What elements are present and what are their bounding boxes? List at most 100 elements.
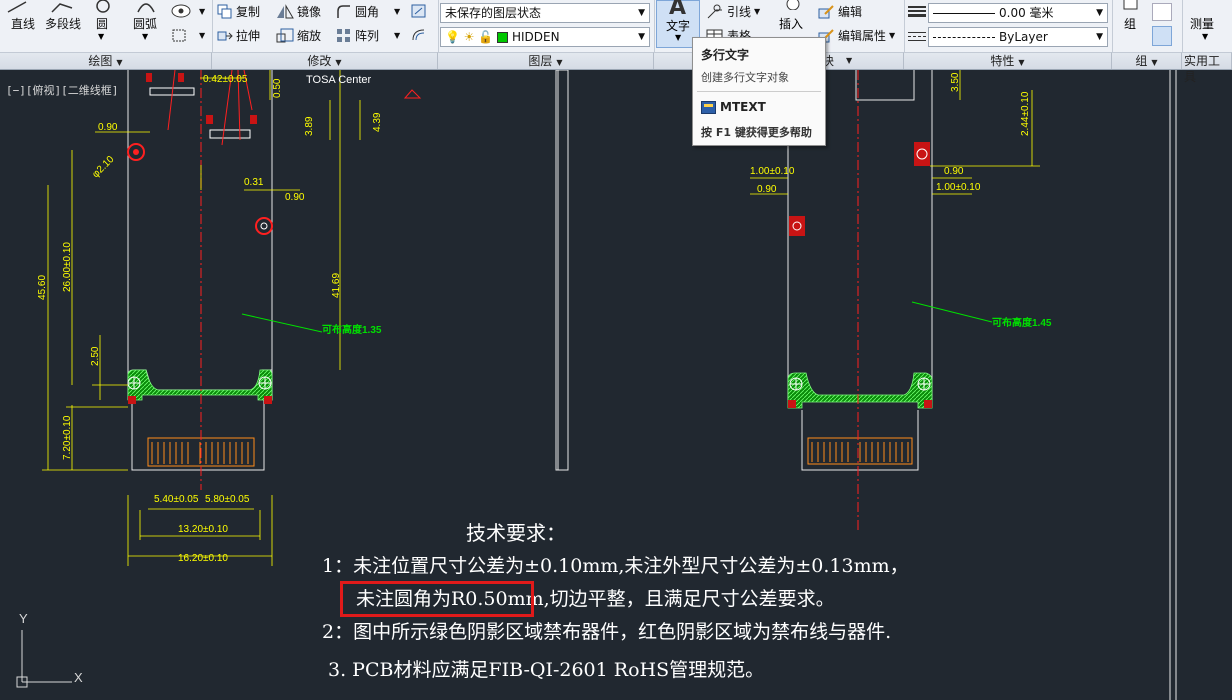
line-label: 直线: [11, 17, 36, 31]
dim-text: 0.90: [944, 166, 964, 177]
left-board: 0.42±0.05 0.50 3.89 4.39 0.90 φ2.10 0.31…: [37, 70, 422, 566]
dim-text: 0.90: [757, 184, 777, 195]
arc-label: 圆弧: [133, 17, 158, 31]
modify-group-bar[interactable]: 修改 ▼: [212, 52, 438, 69]
leader-button[interactable]: 引线 ▼: [706, 3, 760, 20]
notes-line-2: 2：图中所示绿色阴影区域禁布器件，红色阴影区域为禁布线与器件.: [322, 621, 892, 643]
leader-label: 引线: [727, 5, 752, 19]
tooltip-help: 按 F1 键获得更多帮助: [701, 126, 812, 139]
measure-label: 测量: [1190, 17, 1215, 31]
stretch-icon: [217, 31, 233, 40]
region-icon: [172, 29, 186, 42]
mirror-button[interactable]: 镜像: [276, 3, 321, 20]
separator: [212, 0, 213, 52]
layers-group-bar[interactable]: 图层 ▼: [438, 52, 654, 69]
offset-button[interactable]: [410, 27, 428, 43]
current-layer-dropdown[interactable]: 💡 ☀ 🔓 HIDDEN ▼: [440, 27, 650, 47]
dim-text: 0.90: [98, 122, 118, 133]
edit-attributes-button[interactable]: 编辑属性 ▼: [817, 27, 895, 44]
linetype-dropdown[interactable]: ByLayer ▼: [928, 27, 1108, 47]
stretch-label: 拉伸: [236, 29, 261, 43]
dim-text: 7.20±0.10: [62, 415, 73, 460]
lineweight-sample: [933, 13, 995, 14]
dim-text: 0.31: [244, 177, 264, 188]
array-icon: [337, 28, 350, 42]
fillet-label: 圆角: [355, 5, 380, 19]
linetype-sample: [933, 37, 995, 38]
scale-icon: [276, 28, 294, 42]
layer-state-dropdown[interactable]: 未保存的图层状态 ▼: [440, 3, 650, 23]
draw-group-bar[interactable]: 绘图 ▼: [0, 52, 212, 69]
groups-group-bar[interactable]: 组 ▼: [1112, 52, 1182, 69]
red-keepout-left-a: [128, 396, 136, 404]
dim-text: 26.00±0.10: [62, 242, 73, 292]
group-select-icon[interactable]: [1152, 26, 1172, 46]
measure-button[interactable]: 测量 ▼: [1184, 0, 1228, 48]
ucs-icon: [16, 630, 72, 688]
view-button[interactable]: ▼: [170, 3, 205, 19]
red-keepout-right-b: [924, 400, 932, 408]
layer-color-swatch[interactable]: [497, 32, 509, 43]
properties-group-label: 特性: [990, 54, 1015, 68]
dim-text: 0.50: [272, 78, 283, 98]
stretch-button[interactable]: 拉伸: [217, 27, 260, 44]
dim-text: 45.60: [37, 275, 48, 300]
group-button[interactable]: 组: [1116, 0, 1146, 48]
move-button[interactable]: [410, 3, 428, 19]
mirror-icon: [277, 3, 294, 18]
lineweight-dropdown[interactable]: 0.00 毫米 ▼: [928, 3, 1108, 23]
scale-button[interactable]: 缩放: [276, 27, 321, 44]
eye-icon: [171, 4, 191, 18]
lineweight-icon: [908, 5, 926, 19]
offset-icon: [412, 29, 425, 41]
group-edit-icon[interactable]: [1152, 3, 1172, 21]
polyline-icon: [51, 3, 73, 13]
region-button[interactable]: ▼: [170, 27, 205, 43]
lock-icon[interactable]: 🔓: [478, 30, 493, 44]
arc-dropdown-icon[interactable]: ▼: [142, 32, 148, 41]
ucs-y-label: Y: [19, 611, 28, 626]
properties-group-bar[interactable]: 特性 ▼: [904, 52, 1112, 69]
measure-dropdown-icon: ▼: [1202, 32, 1209, 41]
fillet-button[interactable]: 圆角 ▼: [336, 3, 400, 20]
copy-icon: [217, 4, 232, 18]
separator: [1112, 0, 1113, 52]
lightbulb-icon[interactable]: 💡: [445, 30, 460, 44]
viewport-controls[interactable]: [−][俯视][二维线框]: [6, 82, 118, 98]
separator: [904, 0, 905, 52]
sun-icon[interactable]: ☀: [464, 30, 475, 44]
leader-icon: [707, 4, 722, 18]
polyline-label: 多段线: [45, 17, 82, 31]
utilities-group-bar[interactable]: 实用工具: [1182, 52, 1232, 84]
circle-dropdown-icon[interactable]: ▼: [98, 32, 104, 41]
ribbon: 直线 多段线 圆 ▼ 圆弧 ▼ ▼ ▼ 绘图 ▼ 复制 镜像 圆角 ▼ 拉伸 缩放: [0, 0, 1232, 84]
lineweight-value: 0.00 毫米: [999, 6, 1054, 20]
layers-group-label: 图层: [528, 54, 553, 68]
dim-text: 2.50: [90, 346, 101, 366]
text-label: 文字: [666, 19, 691, 33]
array-button[interactable]: 阵列 ▼: [336, 27, 400, 44]
block-edit-button[interactable]: 编辑: [817, 3, 862, 20]
dim-text: 0.90: [285, 192, 305, 203]
dim-text: 5.40±0.05: [154, 494, 199, 505]
polyline-button[interactable]: [50, 0, 74, 14]
circle-icon: [96, 0, 110, 13]
dim-text: 2.44±0.10: [1020, 91, 1031, 136]
current-layer-name: HIDDEN: [511, 30, 560, 44]
insert-icon: [786, 0, 800, 10]
separator: [438, 0, 439, 52]
red-keepout-right-a: [788, 400, 796, 408]
dim-text: 5.80±0.05: [205, 494, 250, 505]
drawing-canvas[interactable]: 0.42±0.05 0.50 3.89 4.39 0.90 φ2.10 0.31…: [0, 70, 1232, 700]
circle-button[interactable]: [94, 0, 112, 14]
tooltip-separator: [697, 91, 821, 92]
keepout-label-right: 可布高度1.45: [992, 316, 1052, 329]
tosa-label: TOSA Center: [306, 74, 372, 86]
green-keepout-right: [787, 372, 933, 409]
arc-button[interactable]: [136, 0, 156, 14]
mtext-tooltip: 多行文字 创建多行文字对象 MTEXT 按 F1 键获得更多帮助: [692, 37, 826, 146]
copy-button[interactable]: 复制: [217, 3, 260, 20]
tooltip-title: 多行文字: [701, 48, 750, 62]
dim-text: 13.20±0.10: [178, 524, 228, 535]
line-button[interactable]: [6, 0, 28, 14]
